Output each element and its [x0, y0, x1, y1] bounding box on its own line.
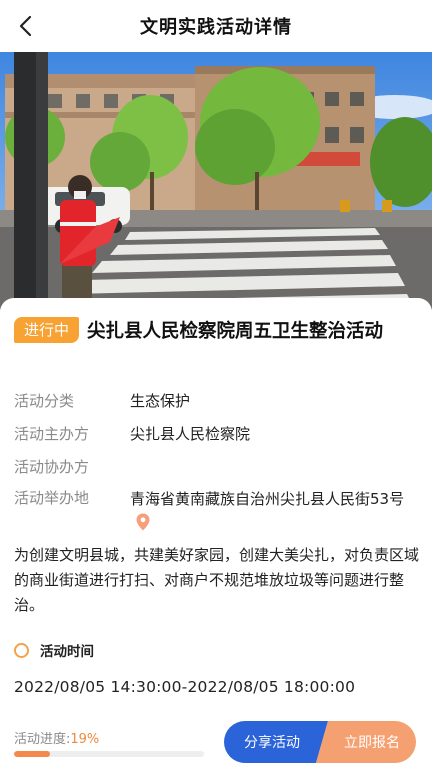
activity-title: 尖扎县人民检察院周五卫生整治活动	[87, 321, 384, 342]
signup-button[interactable]: 立即报名	[320, 721, 416, 763]
back-button[interactable]	[12, 12, 40, 40]
field-label: 活动举办地	[14, 489, 90, 507]
time-label: 活动时间	[40, 644, 94, 660]
activity-time-header: 活动时间	[14, 639, 94, 661]
action-button-group: 分享活动 立即报名	[224, 721, 416, 763]
location-text[interactable]: 青海省黄南藏族自治州尖扎县人民街53号	[130, 490, 404, 508]
progress-percent: 19%	[70, 732, 100, 747]
bottom-action-bar: 活动进度:19% 分享活动 立即报名	[0, 714, 432, 768]
ring-icon	[14, 642, 29, 658]
page-title: 文明实践活动详情	[140, 17, 292, 38]
field-value: 生态保护	[130, 392, 191, 410]
activity-title-row: 进行中 尖扎县人民检察院周五卫生整治活动	[14, 316, 418, 347]
share-activity-button[interactable]: 分享活动	[224, 721, 320, 763]
progress-bar	[14, 751, 204, 757]
activity-time-value: 2022/08/05 14:30:00-2022/08/05 18:00:00	[14, 678, 356, 696]
location-pin-icon[interactable]	[136, 513, 150, 538]
activity-detail-card: 进行中 尖扎县人民检察院周五卫生整治活动 活动分类 生态保护 活动主办方 尖扎县人…	[0, 298, 432, 718]
progress-label: 活动进度:19%	[14, 728, 99, 747]
field-value: 尖扎县人民检察院	[130, 425, 251, 443]
progress-bar-fill	[14, 751, 51, 757]
field-label: 活动主办方	[14, 425, 90, 443]
status-badge: 进行中	[14, 317, 80, 343]
field-label: 活动协办方	[14, 458, 90, 476]
progress-label-text: 活动进度:	[14, 732, 71, 747]
activity-cover-image	[0, 52, 432, 310]
field-value[interactable]: 青海省黄南藏族自治州尖扎县人民街53号	[130, 487, 420, 538]
chevron-left-icon	[19, 15, 32, 37]
nav-bar: 文明实践活动详情	[0, 0, 432, 52]
field-label: 活动分类	[14, 392, 75, 410]
activity-description: 为创建文明县城，共建美好家园，创建大美尖扎，对负责区域的商业街道进行打扫、对商户…	[14, 546, 420, 614]
